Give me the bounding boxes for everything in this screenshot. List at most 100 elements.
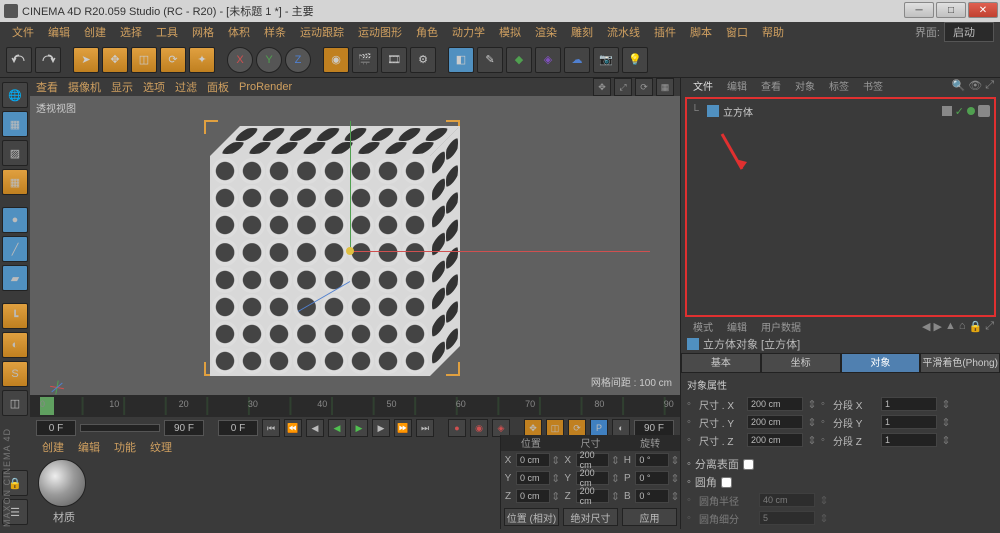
view-menu-view[interactable]: 查看 (36, 79, 58, 95)
goto-start-button[interactable]: ⏮ (262, 419, 280, 437)
view-menu-camera[interactable]: 摄像机 (68, 79, 101, 95)
attr-main-coord[interactable]: 坐标 (761, 353, 841, 373)
spline-button[interactable]: ✎ (477, 47, 503, 73)
menu-tools[interactable]: 工具 (150, 24, 184, 40)
generator-button[interactable]: ◆ (506, 47, 532, 73)
om-tab-object[interactable]: 对象 (789, 78, 821, 93)
camera-button[interactable]: 📷 (593, 47, 619, 73)
render-settings-button[interactable]: ⚙ (410, 47, 436, 73)
axis-mode-button[interactable]: ┗ (2, 303, 28, 329)
attr-main-basic[interactable]: 基本 (681, 353, 761, 373)
attr-back-icon[interactable]: ◀ (922, 320, 930, 333)
prev-frame-button[interactable]: ◀ (306, 419, 324, 437)
attr-expand-icon[interactable]: ⤢ (985, 320, 994, 333)
workplane-button[interactable]: ◫ (2, 390, 28, 416)
om-search-icon[interactable]: 🔍 (952, 79, 966, 92)
menu-simulate[interactable]: 模拟 (493, 24, 527, 40)
viewport-nav2-icon[interactable]: ⤢ (614, 78, 632, 96)
menu-mograph[interactable]: 运动图形 (352, 24, 408, 40)
om-tab-view[interactable]: 查看 (755, 78, 787, 93)
deformer-button[interactable]: ◈ (535, 47, 561, 73)
time-start-field[interactable] (36, 420, 76, 436)
cube-primitive-button[interactable]: ◧ (448, 47, 474, 73)
visibility-render-icon[interactable] (967, 107, 975, 115)
phong-tag-icon[interactable] (978, 105, 990, 117)
visibility-editor-icon[interactable]: ✓ (955, 105, 964, 118)
menu-select[interactable]: 选择 (114, 24, 148, 40)
next-key-button[interactable]: ⏩ (394, 419, 412, 437)
om-tab-tags[interactable]: 标签 (823, 78, 855, 93)
menu-script[interactable]: 脚本 (684, 24, 718, 40)
object-tree-item[interactable]: └ 立方体 ✓ (691, 103, 990, 119)
size-y-input[interactable] (747, 415, 803, 429)
edge-mode-button[interactable]: ╱ (2, 236, 28, 262)
menu-mesh[interactable]: 网格 (186, 24, 220, 40)
seg-x-input[interactable] (881, 397, 937, 411)
mat-tab-texture[interactable]: 纹理 (144, 439, 178, 455)
render-picture-button[interactable]: 🎞 (381, 47, 407, 73)
layout-select[interactable]: 启动 (944, 22, 994, 42)
menu-file[interactable]: 文件 (6, 24, 40, 40)
record-button[interactable]: ● (448, 419, 466, 437)
mat-tab-edit[interactable]: 编辑 (72, 439, 106, 455)
menu-sculpt[interactable]: 雕刻 (565, 24, 599, 40)
next-frame-button[interactable]: ▶ (372, 419, 390, 437)
rot-p-field[interactable]: 0 ° (635, 471, 669, 485)
separate-surface-checkbox[interactable] (743, 459, 754, 470)
layer-icon[interactable] (942, 106, 952, 116)
viewport-nav4-icon[interactable]: ▦ (656, 78, 674, 96)
play-back-button[interactable]: ◀ (328, 419, 346, 437)
menu-pipeline[interactable]: 流水线 (601, 24, 646, 40)
object-mode-button[interactable]: ▦ (2, 169, 28, 195)
menu-help[interactable]: 帮助 (756, 24, 790, 40)
pos-z-field[interactable]: 0 cm (516, 489, 550, 503)
om-expand-icon[interactable]: ⤢ (985, 79, 994, 92)
viewport-solo-button[interactable]: ◐ (2, 332, 28, 358)
menu-render[interactable]: 渲染 (529, 24, 563, 40)
om-tab-bookmarks[interactable]: 书签 (857, 78, 889, 93)
size-z-input[interactable] (747, 433, 803, 447)
menu-spline[interactable]: 样条 (258, 24, 292, 40)
menu-volume[interactable]: 体积 (222, 24, 256, 40)
attr-main-phong[interactable]: 平滑着色(Phong) (920, 353, 1000, 373)
live-select-tool[interactable]: ➤ (73, 47, 99, 73)
texture-mode-button[interactable]: ▨ (2, 140, 28, 166)
rotate-tool[interactable]: ⟳ (160, 47, 186, 73)
scale-tool[interactable]: ◫ (131, 47, 157, 73)
menu-character[interactable]: 角色 (410, 24, 444, 40)
environment-button[interactable]: ☁ (564, 47, 590, 73)
attr-main-object[interactable]: 对象 (841, 353, 921, 373)
axis-x-toggle[interactable]: X (227, 47, 253, 73)
size-x-input[interactable] (747, 397, 803, 411)
rot-b-field[interactable]: 0 ° (635, 489, 669, 503)
viewport[interactable]: 透视视图 网格间距 : 100 cm (30, 96, 680, 395)
prev-key-button[interactable]: ⏪ (284, 419, 302, 437)
rot-h-field[interactable]: 0 ° (635, 453, 669, 467)
viewport-nav1-icon[interactable]: ✥ (593, 78, 611, 96)
close-button[interactable]: ✕ (968, 2, 998, 18)
redo-button[interactable] (35, 47, 61, 73)
goto-end-button[interactable]: ⏭ (416, 419, 434, 437)
menu-window[interactable]: 窗口 (720, 24, 754, 40)
viewport-nav3-icon[interactable]: ⟳ (635, 78, 653, 96)
menu-create[interactable]: 创建 (78, 24, 112, 40)
om-tab-edit[interactable]: 编辑 (721, 78, 753, 93)
coord-apply-button[interactable]: 应用 (622, 508, 677, 526)
mat-tab-create[interactable]: 创建 (36, 439, 70, 455)
attr-tab-userdata[interactable]: 用户数据 (755, 319, 807, 334)
object-name[interactable]: 立方体 (723, 104, 753, 119)
move-tool[interactable]: ✥ (102, 47, 128, 73)
snap-button[interactable]: S (2, 361, 28, 387)
menu-motrack[interactable]: 运动跟踪 (294, 24, 350, 40)
attr-lock-icon[interactable]: 🔒 (968, 320, 982, 333)
attr-home-icon[interactable]: ⌂ (959, 320, 966, 333)
attr-tab-edit[interactable]: 编辑 (721, 319, 753, 334)
object-tree[interactable]: └ 立方体 ✓ (685, 97, 996, 317)
maximize-button[interactable]: □ (936, 2, 966, 18)
mat-tab-function[interactable]: 功能 (108, 439, 142, 455)
om-tab-file[interactable]: 文件 (687, 78, 719, 93)
menu-dynamics[interactable]: 动力学 (446, 24, 491, 40)
size-z-field[interactable]: 200 cm (576, 489, 610, 503)
axis-y-toggle[interactable]: Y (256, 47, 282, 73)
menu-edit[interactable]: 编辑 (42, 24, 76, 40)
